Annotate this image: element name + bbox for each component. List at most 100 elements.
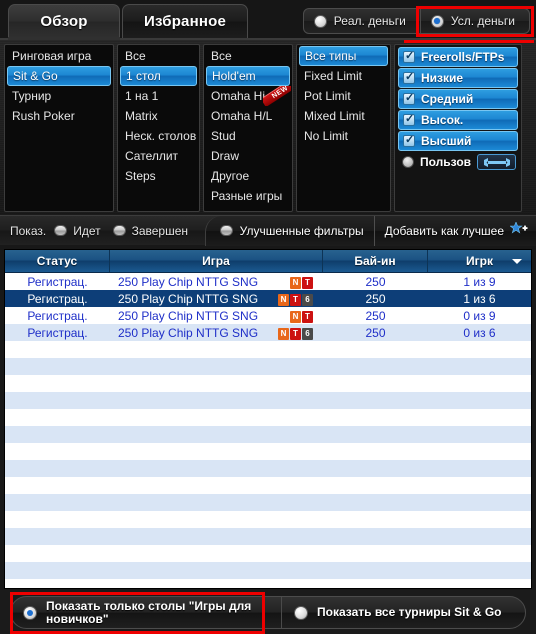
filter-table-count-matrix[interactable]: Matrix (119, 106, 198, 126)
cell-status: Регистрац. (27, 325, 88, 340)
column-header-status[interactable]: Статус (5, 250, 110, 272)
tab-favorites[interactable]: Избранное (122, 4, 248, 38)
star-plus-icon (509, 221, 528, 239)
filter-table-count-steps[interactable]: Steps (119, 166, 198, 186)
label: Игрк (466, 254, 493, 268)
cell-buyin: 250 (365, 291, 386, 306)
checkbox-low-icon[interactable] (403, 70, 415, 84)
filter-column-game-format: Ринговая игра Sit & Go Турнир Rush Poker (4, 44, 114, 212)
toggle-completed-icon[interactable] (112, 225, 126, 236)
filter-game-format-sitgo[interactable]: Sit & Go (7, 66, 111, 86)
table-row-empty (5, 392, 531, 409)
wrench-icon[interactable] (477, 154, 516, 170)
label: Draw (211, 149, 240, 163)
label: Завершен (131, 223, 189, 238)
column-header-game[interactable]: Игра (110, 250, 323, 272)
label: Статус (36, 254, 78, 268)
cell-game-label: 250 Play Chip NTTG SNG (118, 325, 259, 340)
radio-play-money-icon[interactable] (430, 14, 444, 28)
radio-real-money-icon[interactable] (313, 14, 327, 28)
filter-stake-low[interactable]: Низкие (398, 68, 518, 88)
poker-lobby-window: Обзор Избранное Реал. деньги Усл. деньги… (0, 0, 536, 634)
advanced-filters-button[interactable]: Улучшенные фильтры (204, 215, 374, 246)
label: Omaha H/L (211, 109, 273, 123)
filter-table-count-heads-up[interactable]: 1 на 1 (119, 86, 198, 106)
money-mode-play[interactable]: Усл. деньги (419, 9, 529, 33)
filter-stake-medium[interactable]: Средний (398, 89, 518, 109)
filter-limit-no[interactable]: No Limit (298, 126, 389, 146)
table-body[interactable]: Регистрац. 250 Play Chip NTTG SNG N T 250 1 и… (5, 273, 531, 588)
badge-t-icon: T (302, 276, 313, 289)
filter-game-format-tournament[interactable]: Турнир (6, 86, 112, 106)
tab-overview[interactable]: Обзор (8, 4, 120, 40)
filter-limit-fixed[interactable]: Fixed Limit (298, 66, 389, 86)
label: Высший (421, 134, 472, 148)
filter-column-limit-type: Все типы Fixed Limit Pot Limit Mixed Lim… (296, 44, 391, 212)
tournament-table: Статус Игра Бай-ин Игрк Регистрац. 250 Pl… (4, 249, 532, 589)
filter-game-type-omaha-hi[interactable]: Omaha Hi NEW (205, 86, 291, 106)
filter-game-type-mixed[interactable]: Разные игры (205, 186, 291, 206)
label: Fixed Limit (304, 69, 363, 83)
label: Rush Poker (12, 109, 75, 123)
cell-game: 250 Play Chip NTTG SNG N T 6 (110, 292, 323, 306)
table-row-empty (5, 358, 531, 375)
money-mode-real[interactable]: Реал. деньги (304, 9, 420, 33)
filter-table-count-multi[interactable]: Неск. столов (119, 126, 198, 146)
cell-players: 0 из 9 (463, 308, 496, 323)
table-row[interactable]: Регистрац. 250 Play Chip NTTG SNG N T 250 1 и… (5, 273, 531, 290)
table-row[interactable]: Регистрац. 250 Play Chip NTTG SNG N T 6 250 0 … (5, 324, 531, 341)
checkbox-high-icon[interactable] (403, 112, 415, 126)
checkbox-freerolls-icon[interactable] (403, 49, 415, 63)
filter-table-count-all[interactable]: Все (119, 46, 198, 66)
filter-table-count-single[interactable]: 1 стол (120, 66, 197, 86)
filter-stake-freerolls[interactable]: Freerolls/FTPs (398, 47, 518, 67)
toggle-running-icon[interactable] (54, 225, 68, 236)
label: Все типы (305, 49, 357, 63)
filter-game-type-omaha-hl[interactable]: Omaha H/L (205, 106, 291, 126)
bottom-option-all-sitgo[interactable]: Показать все турниры Sit & Go (281, 597, 514, 628)
filter-table-count-satellite[interactable]: Сателлит (119, 146, 198, 166)
badge-t-icon: T (290, 293, 301, 306)
table-row[interactable]: Регистрац. 250 Play Chip NTTG SNG N T 6 250 1 … (5, 290, 531, 307)
filter-game-type-draw[interactable]: Draw (205, 146, 291, 166)
filter-game-type-other[interactable]: Другое (205, 166, 291, 186)
table-row[interactable]: Регистрац. 250 Play Chip NTTG SNG N T 250 0 и… (5, 307, 531, 324)
filter-game-type-all[interactable]: Все (205, 46, 291, 66)
filter-stake-highest[interactable]: Высший (398, 131, 518, 151)
column-header-buyin[interactable]: Бай-ин (323, 250, 428, 272)
table-row-empty (5, 460, 531, 477)
filter-game-format-rush[interactable]: Rush Poker (6, 106, 112, 126)
filter-limit-pot[interactable]: Pot Limit (298, 86, 389, 106)
badge-n-icon: N (278, 293, 289, 306)
filter-game-type-holdem[interactable]: Hold'em (206, 66, 290, 86)
badge-n-icon: N (290, 310, 301, 323)
table-row-empty (5, 443, 531, 460)
table-row-empty (5, 545, 531, 562)
table-row-empty (5, 426, 531, 443)
new-ribbon-label: NEW (263, 86, 291, 106)
label: Все (125, 49, 146, 63)
checkbox-highest-icon[interactable] (403, 133, 415, 147)
label: Разные игры (211, 189, 283, 203)
row-badges: NT (290, 310, 313, 323)
checkbox-medium-icon[interactable] (403, 91, 415, 105)
radio-all-sitgo-icon[interactable] (294, 605, 308, 620)
filter-limit-mixed[interactable]: Mixed Limit (298, 106, 389, 126)
add-as-best-button[interactable]: Добавить как лучшее (373, 215, 536, 246)
new-ribbon-icon: NEW (263, 86, 291, 106)
filter-limit-all[interactable]: Все типы (299, 46, 388, 66)
column-header-players[interactable]: Игрк (428, 250, 531, 272)
show-option-completed[interactable]: Завершен (112, 223, 189, 238)
toggle-advanced-filters-icon[interactable] (219, 225, 233, 236)
bottom-option-beginner-tables[interactable]: Показать только столы "Игры для новичков… (11, 597, 281, 628)
filter-stake-custom[interactable]: Пользов (398, 152, 518, 172)
label: No Limit (304, 129, 349, 143)
filter-game-format-ring[interactable]: Ринговая игра (6, 46, 112, 66)
filter-game-type-stud[interactable]: Stud (205, 126, 291, 146)
radio-custom-icon[interactable] (402, 156, 414, 168)
show-option-running[interactable]: Идет (54, 224, 101, 238)
badge-t-icon: T (290, 327, 301, 340)
cell-players: 0 из 6 (463, 325, 496, 340)
filter-stake-high[interactable]: Высок. (398, 110, 518, 130)
radio-beginner-tables-icon[interactable] (23, 605, 37, 620)
